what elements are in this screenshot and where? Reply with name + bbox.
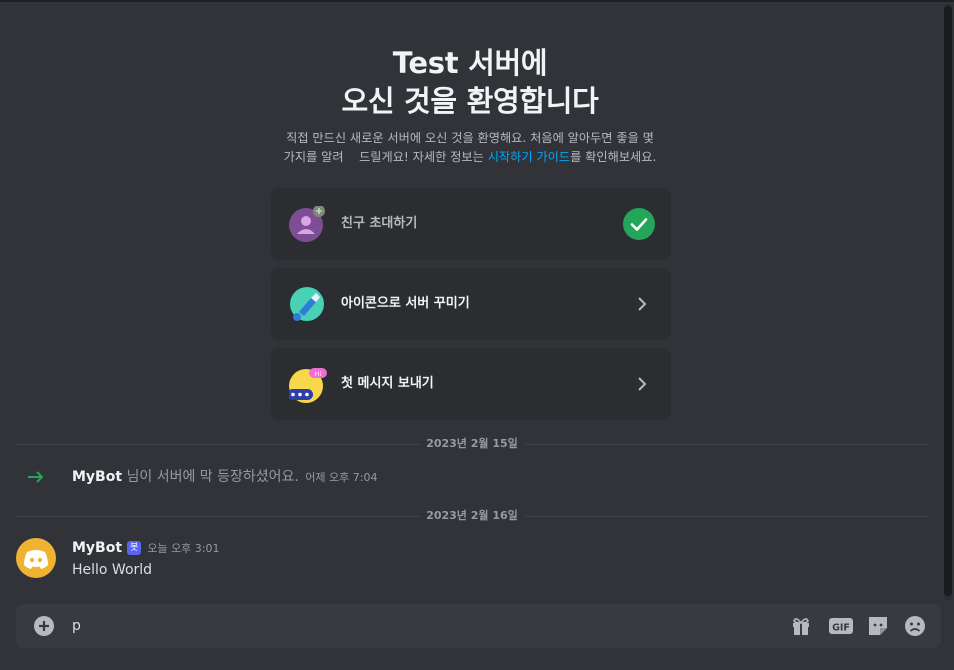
message-content: Hello World xyxy=(72,562,153,578)
date-divider-label: 2023년 2월 15일 xyxy=(420,436,524,452)
bot-badge: 봇 xyxy=(127,541,142,555)
gift-icon[interactable] xyxy=(790,615,812,637)
welcome-desc-line-2-end: 를 확인해보세요. xyxy=(570,150,657,164)
scrollbar-thumb[interactable] xyxy=(944,6,952,596)
message-timestamp: 오늘 오후 3:01 xyxy=(147,542,220,555)
welcome-section: Test 서버에 오신 것을 환영합니다 직접 만드신 새로운 서버에 오신 것… xyxy=(0,44,940,167)
check-icon xyxy=(623,208,655,240)
system-join-message: MyBot 님이 서버에 막 등장하셨어요. 어제 오후 7:04 xyxy=(0,466,940,488)
welcome-title-line-1: Test 서버에 xyxy=(392,46,548,80)
welcome-title-line-2: 오신 것을 환영합니다 xyxy=(341,84,599,118)
join-timestamp: 어제 오후 7:04 xyxy=(305,471,378,484)
card-customize-server[interactable]: 아이콘으로 서버 꾸미기 xyxy=(271,268,671,340)
discord-logo-icon xyxy=(24,550,48,569)
customize-server-icon xyxy=(289,286,325,322)
add-attachment-icon[interactable] xyxy=(34,616,54,636)
card-label: 첫 메시지 보내기 xyxy=(341,376,434,391)
getting-started-guide-link[interactable]: 시작하기 가이드 xyxy=(488,150,570,164)
chat-message: MyBot 봇 오늘 오후 3:01 Hello World xyxy=(0,536,940,588)
card-invite-friends[interactable]: 친구 초대하기 xyxy=(271,188,671,260)
chevron-right-icon xyxy=(633,295,651,313)
svg-text:Hi: Hi xyxy=(315,370,322,378)
date-divider: 2023년 2월 15일 xyxy=(16,436,928,452)
welcome-desc-line-2: 가지를 알려 드릴게요! 자세한 정보는 xyxy=(283,150,488,164)
message-composer: GIF xyxy=(16,604,941,648)
scrollbar[interactable] xyxy=(944,4,952,600)
welcome-desc-line-1: 직접 만드신 새로운 서버에 오신 것을 환영해요. 처음에 알아두면 좋을 몇 xyxy=(286,131,654,145)
message-author[interactable]: MyBot xyxy=(72,540,122,556)
gif-picker-button[interactable]: GIF xyxy=(828,615,854,637)
join-arrow-icon xyxy=(26,468,46,486)
first-message-icon: Hi xyxy=(287,366,327,403)
card-send-first-message[interactable]: Hi 첫 메시지 보내기 xyxy=(271,348,671,420)
card-label: 친구 초대하기 xyxy=(341,216,418,231)
join-message-text: MyBot 님이 서버에 막 등장하셨어요. 어제 오후 7:04 xyxy=(72,468,378,487)
sticker-icon[interactable] xyxy=(867,615,889,637)
message-input[interactable] xyxy=(72,614,752,638)
date-divider-label: 2023년 2월 16일 xyxy=(420,508,524,524)
message-header: MyBot 봇 오늘 오후 3:01 xyxy=(72,538,220,559)
card-label: 아이콘으로 서버 꾸미기 xyxy=(341,296,470,311)
join-username[interactable]: MyBot xyxy=(72,469,122,485)
welcome-description: 직접 만드신 새로운 서버에 오신 것을 환영해요. 처음에 알아두면 좋을 몇… xyxy=(265,129,675,167)
join-text: 님이 서버에 막 등장하셨어요. xyxy=(122,469,304,485)
avatar[interactable] xyxy=(16,538,56,578)
date-divider: 2023년 2월 16일 xyxy=(16,508,928,524)
gif-label: GIF xyxy=(832,623,850,634)
chevron-right-icon xyxy=(633,375,651,393)
emoji-icon[interactable] xyxy=(904,615,926,637)
invite-friend-icon xyxy=(289,205,325,242)
top-border xyxy=(0,0,954,2)
